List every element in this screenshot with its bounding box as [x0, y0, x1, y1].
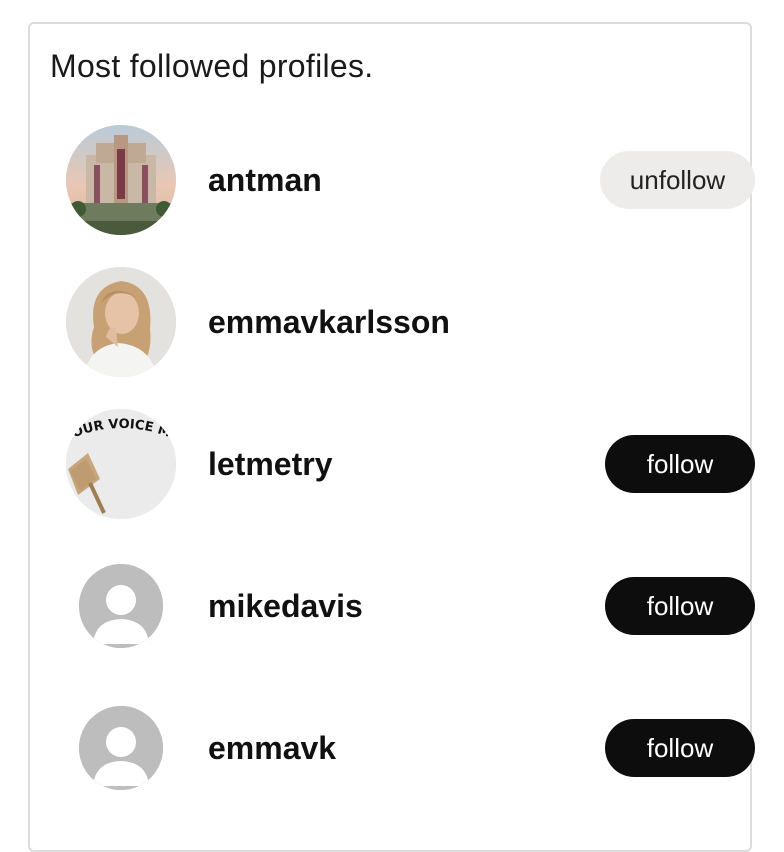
- profile-row-mikedavis: mikedavis follow: [30, 550, 755, 692]
- most-followed-profiles-card: Most followed profiles. antman unfollow …: [28, 22, 755, 852]
- card-title: Most followed profiles.: [50, 48, 374, 84]
- profile-row-emmavkarlsson: emmavkarlsson: [30, 266, 750, 408]
- profile-username[interactable]: emmavk: [208, 728, 336, 768]
- follow-button[interactable]: follow: [605, 719, 755, 777]
- profile-row-letmetry: OUR VOICE MATTERS letmetry follow: [30, 408, 755, 550]
- profile-username[interactable]: antman: [208, 160, 322, 200]
- user-silhouette-icon: [79, 564, 163, 648]
- protest-sign-icon: OUR VOICE MATTERS: [66, 409, 176, 519]
- profile-username[interactable]: emmavkarlsson: [208, 302, 450, 342]
- unfollow-button[interactable]: unfollow: [600, 151, 755, 209]
- building-photo-avatar[interactable]: [66, 125, 176, 235]
- profile-row-antman: antman unfollow: [30, 124, 755, 266]
- building-photo-icon: [66, 125, 176, 235]
- protest-sign-avatar[interactable]: OUR VOICE MATTERS: [66, 409, 176, 519]
- profile-username[interactable]: letmetry: [208, 444, 333, 484]
- default-user-avatar[interactable]: [79, 706, 163, 790]
- woman-portrait-icon: [66, 267, 176, 377]
- profile-row-emmavk: emmavk follow: [30, 692, 755, 834]
- woman-portrait-avatar[interactable]: [66, 267, 176, 377]
- follow-button[interactable]: follow: [605, 435, 755, 493]
- profile-username[interactable]: mikedavis: [208, 586, 363, 626]
- default-user-avatar[interactable]: [79, 564, 163, 648]
- follow-button[interactable]: follow: [605, 577, 755, 635]
- profile-list: antman unfollow emmavkarlsson OUR VOICE …: [30, 124, 755, 834]
- user-silhouette-icon: [79, 706, 163, 790]
